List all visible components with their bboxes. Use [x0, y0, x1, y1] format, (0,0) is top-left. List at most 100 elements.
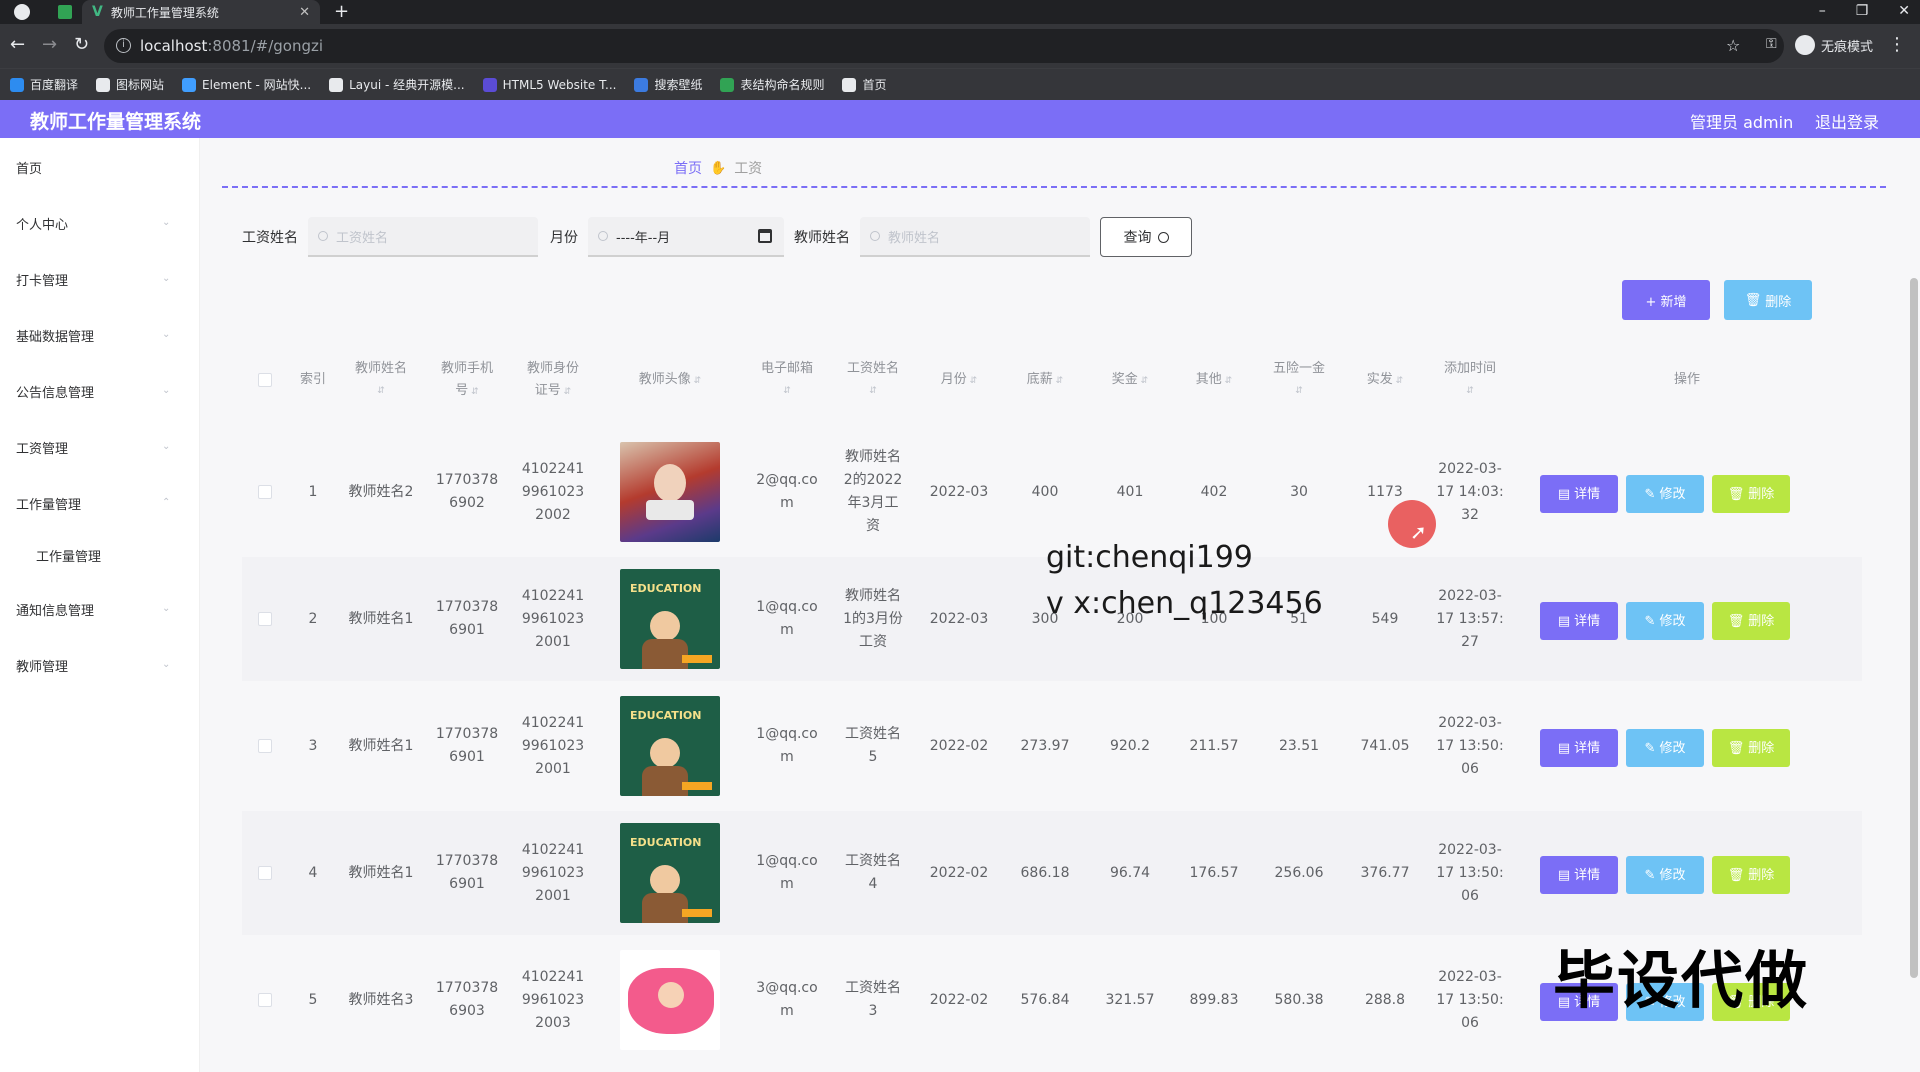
sort-icon[interactable]: ⇵ — [1053, 376, 1064, 386]
bookmark-star-icon[interactable]: ☆ — [1726, 36, 1740, 55]
column-header[interactable]: 教师身份 证号 ⇵ — [510, 336, 596, 424]
cell-text: 2022-03- 17 14:03: 32 — [1436, 458, 1503, 527]
sidebar-item-clockin[interactable]: 打卡管理 — [16, 270, 68, 289]
window-close-icon[interactable]: ✕ — [1898, 0, 1910, 22]
bookmark-item[interactable]: 百度翻译 — [10, 76, 78, 93]
delete-button[interactable]: 🗑 删除 — [1712, 729, 1790, 767]
cell-value: 30 — [1290, 483, 1308, 500]
column-header[interactable]: 底薪 ⇵ — [1002, 336, 1088, 424]
column-header[interactable]: 索引 — [288, 336, 338, 424]
row-checkbox[interactable] — [258, 485, 272, 499]
sort-icon[interactable]: ⇵ — [1295, 380, 1303, 402]
browser-menu-icon[interactable]: ⋮ — [1888, 34, 1906, 55]
table-cell-base: 576.84 — [1002, 938, 1088, 1062]
bookmark-item[interactable]: 搜索壁纸 — [634, 76, 702, 93]
back-icon[interactable]: ← — [10, 34, 25, 55]
bookmark-item[interactable]: 图标网站 — [96, 76, 164, 93]
bookmark-item[interactable]: HTML5 Website T... — [482, 77, 616, 92]
scrollbar[interactable] — [1910, 278, 1918, 978]
url-input[interactable]: i localhost:8081/#/gongzi — [104, 29, 1784, 63]
column-header[interactable] — [242, 336, 288, 424]
sort-icon[interactable]: ⇵ — [783, 380, 791, 402]
salary-name-input[interactable]: 工资姓名 — [308, 217, 538, 257]
sort-icon[interactable]: ⇵ — [1138, 376, 1149, 386]
sort-icon[interactable]: ⇵ — [1466, 380, 1474, 402]
table-cell-ops: ▤ 详情 ✎ 修改 🗑 删除 — [1512, 430, 1862, 554]
bookmark-item[interactable]: Element - 网站快... — [182, 76, 311, 93]
active-tab[interactable]: V 教师工作量管理系统 ✕ — [82, 0, 320, 24]
edit-button[interactable]: ✎ 修改 — [1626, 602, 1704, 640]
sidebar-item-salary[interactable]: 工资管理 — [16, 438, 68, 457]
logout-link[interactable]: 退出登录 — [1815, 109, 1879, 133]
bookmark-item[interactable]: Layui - 经典开源模... — [329, 76, 465, 93]
edit-button-label: 修改 — [1659, 867, 1686, 883]
column-header[interactable]: 月份 ⇵ — [916, 336, 1002, 424]
search-icon — [870, 231, 880, 241]
new-tab-button[interactable]: + — [334, 1, 349, 22]
column-header[interactable]: 实发 ⇵ — [1342, 336, 1428, 424]
delete-button[interactable]: 🗑 删除 — [1712, 602, 1790, 640]
tab-close-icon[interactable]: ✕ — [299, 5, 310, 20]
sort-icon[interactable]: ⇵ — [468, 387, 479, 397]
sidebar-item-workload[interactable]: 工作量管理 — [16, 494, 81, 513]
sidebar-subitem-workload[interactable]: 工作量管理 — [36, 546, 101, 565]
site-info-icon[interactable]: i — [116, 38, 131, 53]
column-header[interactable]: 教师姓名 ⇵ — [338, 336, 424, 424]
minimize-icon[interactable]: – — [1819, 0, 1826, 22]
add-button[interactable]: + 新增 — [1622, 280, 1710, 320]
column-header[interactable]: 五险一金 ⇵ — [1256, 336, 1342, 424]
cell-line: 06 — [1461, 1014, 1479, 1031]
month-picker[interactable]: ----年--月 — [588, 217, 784, 257]
column-header[interactable]: 电子邮箱 ⇵ — [744, 336, 830, 424]
cell-line: 2002 — [535, 506, 571, 523]
select-all-checkbox[interactable] — [258, 373, 272, 387]
teacher-name-input[interactable]: 教师姓名 — [860, 217, 1090, 257]
delete-button[interactable]: 🗑 删除 — [1712, 475, 1790, 513]
sidebar-item-base-data[interactable]: 基础数据管理 — [16, 326, 94, 345]
row-checkbox[interactable] — [258, 612, 272, 626]
pinned-tab-icon[interactable] — [58, 5, 72, 19]
sidebar-item-personal-center[interactable]: 个人中心 — [16, 214, 68, 233]
column-header[interactable]: 添加时间 ⇵ — [1428, 336, 1512, 424]
sidebar-item-notifications[interactable]: 通知信息管理 — [16, 600, 94, 619]
sort-icon[interactable]: ⇵ — [1393, 376, 1404, 386]
row-checkbox[interactable] — [258, 866, 272, 880]
sort-icon[interactable]: ⇵ — [1222, 376, 1233, 386]
incognito-indicator[interactable]: 无痕模式 — [1795, 35, 1873, 55]
restore-icon[interactable]: ❐ — [1856, 0, 1869, 22]
password-key-icon[interactable]: ⚿ — [1766, 36, 1777, 52]
query-button[interactable]: 查询 — [1100, 217, 1192, 257]
detail-button[interactable]: ▤ 详情 — [1540, 729, 1618, 767]
delete-button[interactable]: 🗑 删除 — [1712, 856, 1790, 894]
reload-icon[interactable]: ↻ — [74, 34, 89, 55]
edit-button[interactable]: ✎ 修改 — [1626, 856, 1704, 894]
detail-button[interactable]: ▤ 详情 — [1540, 602, 1618, 640]
sort-icon[interactable]: ⇵ — [561, 387, 572, 397]
breadcrumb-home[interactable]: 首页 — [674, 158, 702, 178]
bookmark-item[interactable]: 表结构命名规则 — [720, 76, 824, 93]
column-header[interactable]: 教师头像 ⇵ — [596, 336, 744, 424]
month-value: ----年--月 — [616, 230, 671, 246]
sidebar-item-home[interactable]: 首页 — [16, 158, 42, 177]
sort-icon[interactable]: ⇵ — [691, 376, 702, 386]
forward-icon[interactable]: → — [42, 34, 57, 55]
sort-icon[interactable]: ⇵ — [377, 380, 385, 402]
edit-button[interactable]: ✎ 修改 — [1626, 475, 1704, 513]
sort-icon[interactable]: ⇵ — [869, 380, 877, 402]
row-checkbox[interactable] — [258, 993, 272, 1007]
row-checkbox[interactable] — [258, 739, 272, 753]
address-bar: ← → ↻ i localhost:8081/#/gongzi ☆ ⚿ 无痕模式… — [0, 24, 1920, 68]
detail-button[interactable]: ▤ 详情 — [1540, 856, 1618, 894]
edit-button[interactable]: ✎ 修改 — [1626, 729, 1704, 767]
detail-button[interactable]: ▤ 详情 — [1540, 475, 1618, 513]
bookmark-item[interactable]: 首页 — [842, 76, 887, 93]
column-header[interactable]: 其他 ⇵ — [1172, 336, 1256, 424]
sort-icon[interactable]: ⇵ — [967, 376, 978, 386]
calendar-icon[interactable] — [758, 229, 772, 243]
batch-delete-button[interactable]: 🗑 删除 — [1724, 280, 1812, 320]
column-header[interactable]: 工资姓名 ⇵ — [830, 336, 916, 424]
column-header[interactable]: 教师手机号 ⇵ — [424, 336, 510, 424]
sidebar-item-teachers[interactable]: 教师管理 — [16, 656, 68, 675]
column-header[interactable]: 奖金 ⇵ — [1088, 336, 1172, 424]
sidebar-item-announcements[interactable]: 公告信息管理 — [16, 382, 94, 401]
